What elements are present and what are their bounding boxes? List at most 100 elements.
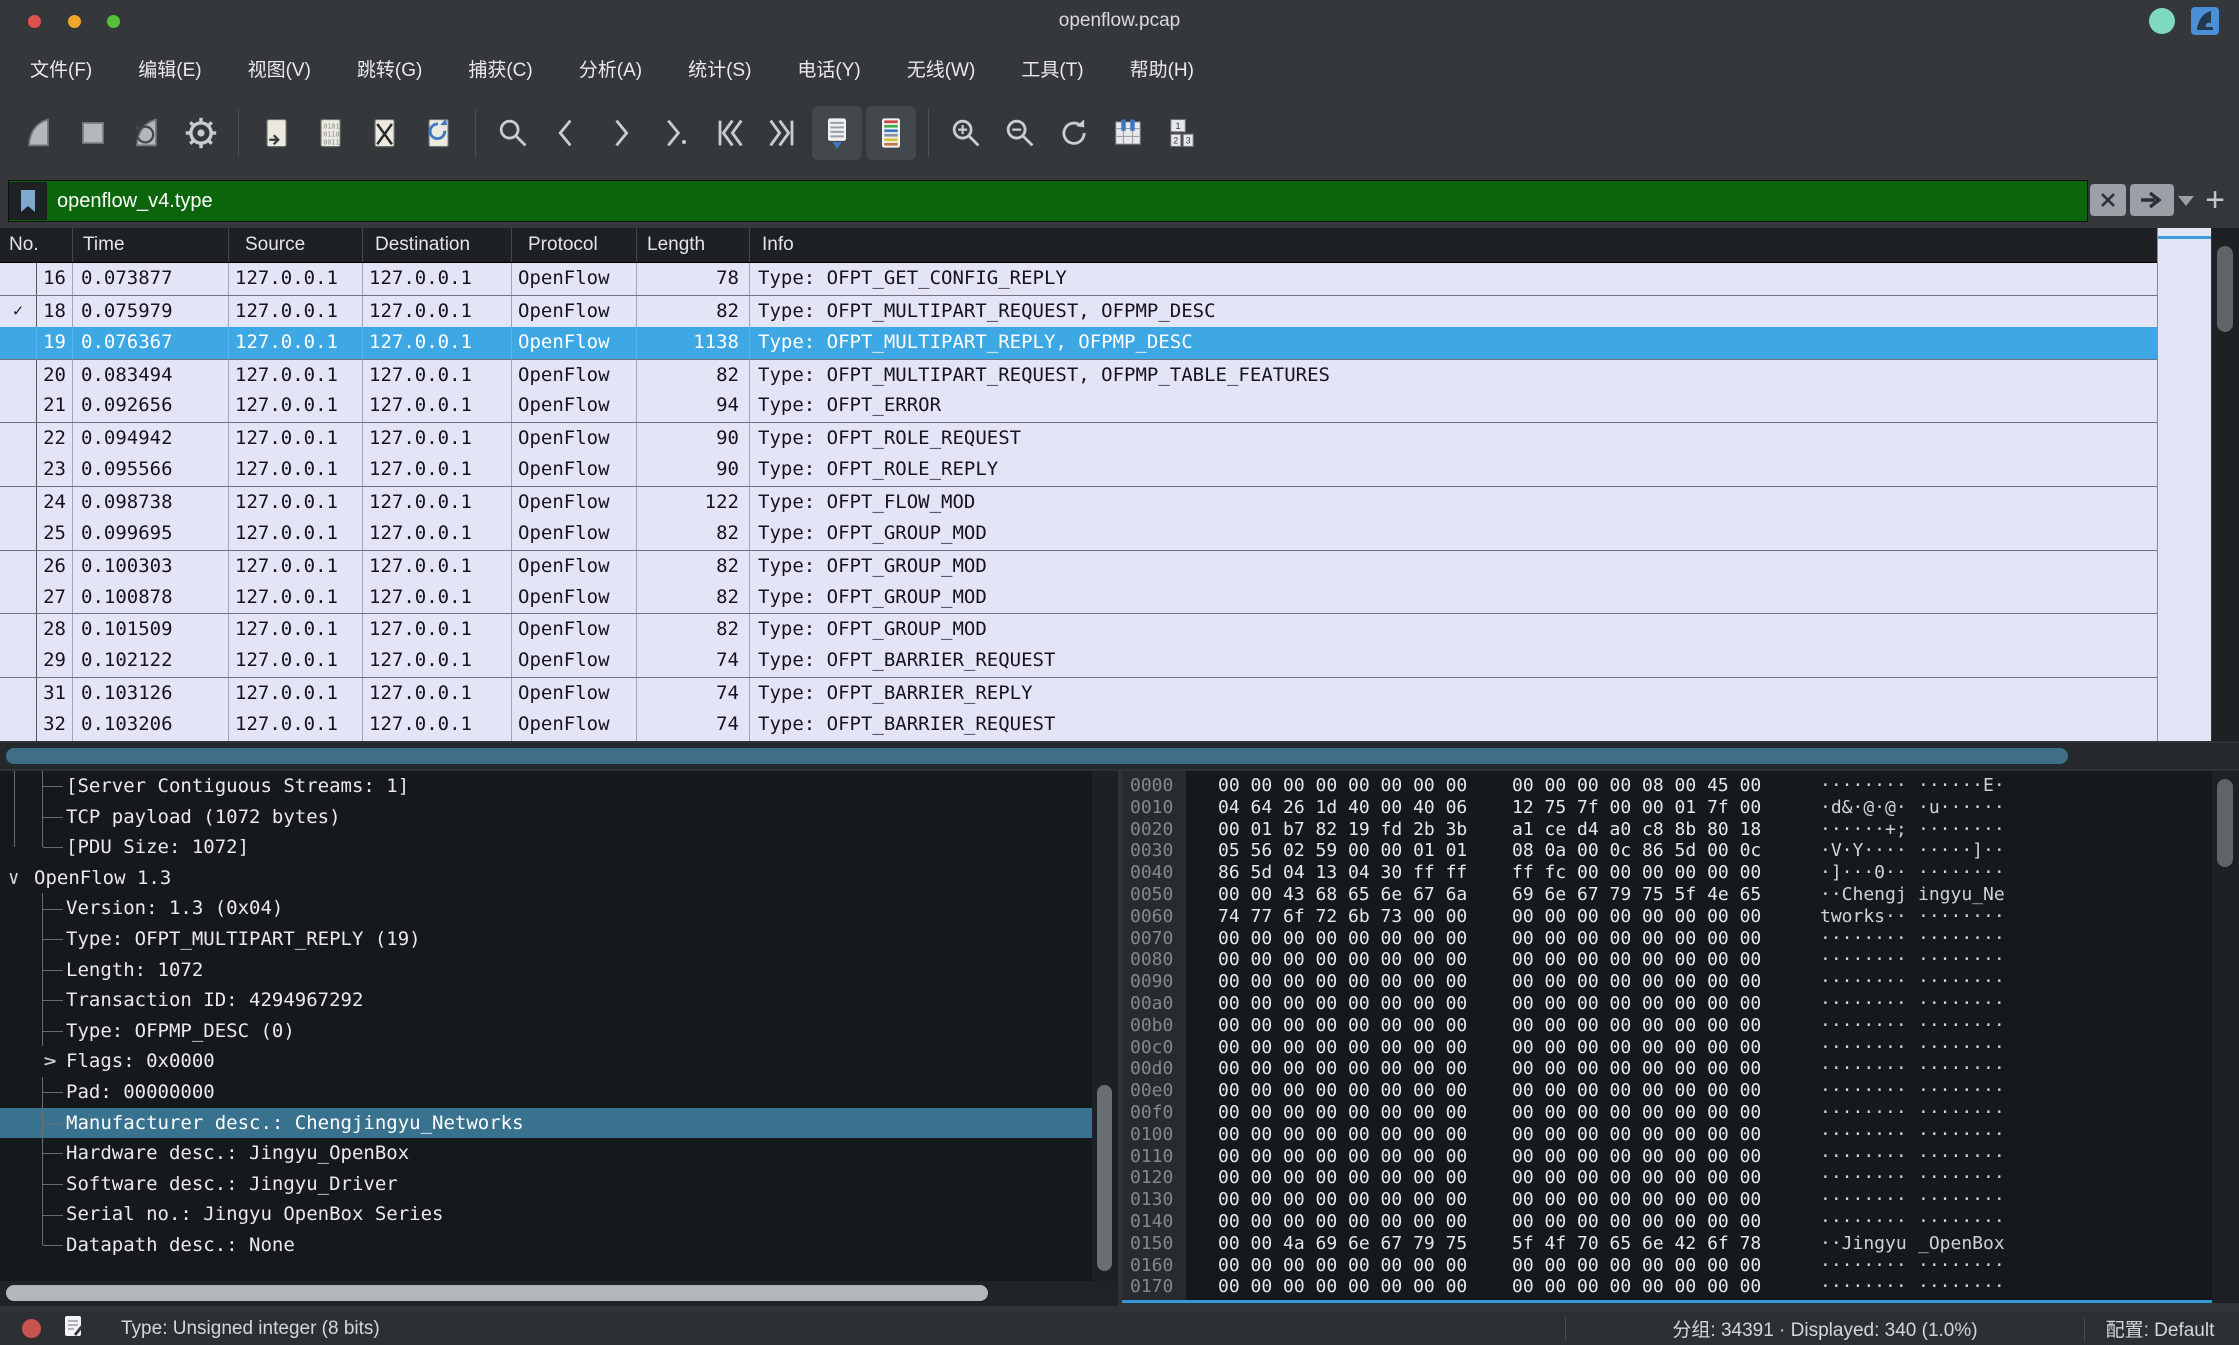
hex-row-00b0[interactable]: 00b000 00 00 00 00 00 00 0000 00 00 00 0… <box>1122 1015 2212 1037</box>
detail-item-6[interactable]: Length: 1072 <box>0 955 1092 986</box>
packet-list-horizontal-scrollbar[interactable] <box>0 743 2239 769</box>
zoom-reset-icon[interactable] <box>1049 106 1099 160</box>
packet-row-23[interactable]: 230.095566127.0.0.1127.0.0.1OpenFlow90Ty… <box>0 454 2157 486</box>
packet-row-18[interactable]: ✓180.075979127.0.0.1127.0.0.1OpenFlow82T… <box>0 295 2157 327</box>
packet-row-31[interactable]: 310.103126127.0.0.1127.0.0.1OpenFlow74Ty… <box>0 677 2157 709</box>
hex-row-0070[interactable]: 007000 00 00 00 00 00 00 0000 00 00 00 0… <box>1122 928 2212 950</box>
menu-item-6[interactable]: 统计(S) <box>674 49 765 88</box>
detail-item-11[interactable]: Manufacturer desc.: Chengjingyu_Networks <box>0 1108 1092 1139</box>
detail-item-3[interactable]: ∨OpenFlow 1.3 <box>0 863 1092 894</box>
detail-item-14[interactable]: Serial no.: Jingyu OpenBox Series <box>0 1199 1092 1230</box>
packet-row-16[interactable]: 160.073877127.0.0.1127.0.0.1OpenFlow78Ty… <box>0 263 2157 295</box>
menu-item-4[interactable]: 捕获(C) <box>454 49 546 88</box>
go-forward-icon[interactable] <box>596 106 646 160</box>
column-header-no[interactable]: No. <box>0 228 73 262</box>
hex-row-00c0[interactable]: 00c000 00 00 00 00 00 00 0000 00 00 00 0… <box>1122 1037 2212 1059</box>
details-vertical-scrollbar[interactable] <box>1092 771 1118 1281</box>
resize-columns-icon[interactable] <box>1103 106 1153 160</box>
hex-row-0150[interactable]: 015000 00 4a 69 6e 67 79 755f 4f 70 65 6… <box>1122 1233 2212 1255</box>
hex-row-0020[interactable]: 002000 01 b7 82 19 fd 2b 3ba1 ce d4 a0 c… <box>1122 819 2212 841</box>
expander-closed-icon[interactable]: ∨ <box>34 1056 65 1067</box>
hex-row-0130[interactable]: 013000 00 00 00 00 00 00 0000 00 00 00 0… <box>1122 1189 2212 1211</box>
hex-row-0120[interactable]: 012000 00 00 00 00 00 00 0000 00 00 00 0… <box>1122 1167 2212 1189</box>
packet-row-25[interactable]: 250.099695127.0.0.1127.0.0.1OpenFlow82Ty… <box>0 518 2157 550</box>
hex-row-0170[interactable]: 017000 00 00 00 00 00 00 0000 00 00 00 0… <box>1122 1276 2212 1298</box>
packet-row-21[interactable]: 210.092656127.0.0.1127.0.0.1OpenFlow94Ty… <box>0 390 2157 422</box>
hex-row-00a0[interactable]: 00a000 00 00 00 00 00 00 0000 00 00 00 0… <box>1122 993 2212 1015</box>
hex-row-0080[interactable]: 008000 00 00 00 00 00 00 0000 00 00 00 0… <box>1122 949 2212 971</box>
column-header-source[interactable]: Source <box>229 228 363 262</box>
detail-item-8[interactable]: Type: OFPMP_DESC (0) <box>0 1016 1092 1047</box>
capture-comment-icon[interactable] <box>63 1314 85 1344</box>
menu-item-10[interactable]: 帮助(H) <box>1116 49 1208 88</box>
detail-item-13[interactable]: Software desc.: Jingyu_Driver <box>0 1169 1092 1200</box>
column-header-time[interactable]: Time <box>73 228 229 262</box>
detail-item-4[interactable]: Version: 1.3 (0x04) <box>0 893 1092 924</box>
packet-row-28[interactable]: 280.101509127.0.0.1127.0.0.1OpenFlow82Ty… <box>0 613 2157 645</box>
hex-row-00d0[interactable]: 00d000 00 00 00 00 00 00 0000 00 00 00 0… <box>1122 1058 2212 1080</box>
hex-row-00f0[interactable]: 00f000 00 00 00 00 00 00 0000 00 00 00 0… <box>1122 1102 2212 1124</box>
stop-capture-icon[interactable] <box>68 106 118 160</box>
hex-row-00e0[interactable]: 00e000 00 00 00 00 00 00 0000 00 00 00 0… <box>1122 1080 2212 1102</box>
packet-row-29[interactable]: 290.102122127.0.0.1127.0.0.1OpenFlow74Ty… <box>0 645 2157 677</box>
hex-row-0050[interactable]: 005000 00 43 68 65 6e 67 6a69 6e 67 79 7… <box>1122 884 2212 906</box>
filter-apply-button[interactable] <box>2130 184 2174 216</box>
packet-list-vertical-scrollbar[interactable] <box>2212 228 2239 741</box>
hex-row-0060[interactable]: 006074 77 6f 72 6b 73 00 0000 00 00 00 0… <box>1122 906 2212 928</box>
hex-row-0030[interactable]: 003005 56 02 59 00 00 01 0108 0a 00 0c 8… <box>1122 840 2212 862</box>
menu-item-8[interactable]: 无线(W) <box>893 49 990 88</box>
menu-item-7[interactable]: 电话(Y) <box>783 49 874 88</box>
zoom-in-icon[interactable] <box>941 106 991 160</box>
auto-scroll-icon[interactable] <box>812 106 862 160</box>
hex-row-0040[interactable]: 004086 5d 04 13 04 30 ff ffff fc 00 00 0… <box>1122 862 2212 884</box>
details-hscrollbar-thumb[interactable] <box>6 1285 988 1301</box>
detail-item-7[interactable]: Transaction ID: 4294967292 <box>0 985 1092 1016</box>
packet-list-scrollbar-thumb[interactable] <box>2217 246 2233 332</box>
zoom-out-icon[interactable] <box>995 106 1045 160</box>
column-header-length[interactable]: Length <box>637 228 750 262</box>
menu-item-9[interactable]: 工具(T) <box>1007 49 1097 88</box>
open-file-icon[interactable] <box>251 106 301 160</box>
display-filter-input[interactable] <box>47 189 2087 214</box>
detail-item-0[interactable]: [Server Contiguous Streams: 1] <box>0 771 1092 802</box>
expert-info-icon[interactable] <box>22 1319 41 1338</box>
hex-row-0110[interactable]: 011000 00 00 00 00 00 00 0000 00 00 00 0… <box>1122 1146 2212 1168</box>
reload-file-icon[interactable] <box>413 106 463 160</box>
packet-row-22[interactable]: 220.094942127.0.0.1127.0.0.1OpenFlow90Ty… <box>0 422 2157 454</box>
restart-capture-icon[interactable] <box>122 106 172 160</box>
start-capture-icon[interactable] <box>14 106 64 160</box>
packet-row-32[interactable]: 320.103206127.0.0.1127.0.0.1OpenFlow74Ty… <box>0 709 2157 741</box>
detail-item-15[interactable]: Datapath desc.: None <box>0 1230 1092 1261</box>
packet-row-26[interactable]: 260.100303127.0.0.1127.0.0.1OpenFlow82Ty… <box>0 550 2157 582</box>
capture-options-icon[interactable] <box>176 106 226 160</box>
packet-row-20[interactable]: 200.083494127.0.0.1127.0.0.1OpenFlow82Ty… <box>0 359 2157 391</box>
filter-bookmark-icon[interactable] <box>9 182 47 220</box>
packet-row-27[interactable]: 270.100878127.0.0.1127.0.0.1OpenFlow82Ty… <box>0 582 2157 614</box>
detail-item-1[interactable]: TCP payload (1072 bytes) <box>0 802 1092 833</box>
details-scrollbar-thumb[interactable] <box>1097 1085 1112 1271</box>
menu-item-3[interactable]: 跳转(G) <box>343 49 436 88</box>
add-filter-button[interactable]: + <box>2198 180 2232 220</box>
hex-row-0010[interactable]: 001004 64 26 1d 40 00 40 0612 75 7f 00 0… <box>1122 797 2212 819</box>
find-packet-icon[interactable] <box>488 106 538 160</box>
hex-row-0160[interactable]: 016000 00 00 00 00 00 00 0000 00 00 00 0… <box>1122 1255 2212 1277</box>
menu-item-2[interactable]: 视图(V) <box>234 49 325 88</box>
status-profile[interactable]: 配置: Default <box>2085 1315 2235 1342</box>
hex-row-0090[interactable]: 009000 00 00 00 00 00 00 0000 00 00 00 0… <box>1122 971 2212 993</box>
display-filter-field[interactable] <box>8 180 2088 222</box>
wireshark-app-icon[interactable] <box>2191 7 2219 35</box>
save-file-icon[interactable]: 010101100011 <box>305 106 355 160</box>
detail-item-5[interactable]: Type: OFPT_MULTIPART_REPLY (19) <box>0 924 1092 955</box>
detail-item-12[interactable]: Hardware desc.: Jingyu_OpenBox <box>0 1138 1092 1169</box>
go-last-icon[interactable] <box>758 106 808 160</box>
close-file-icon[interactable] <box>359 106 409 160</box>
packet-list-minimap-scrollbar[interactable] <box>2157 228 2211 741</box>
detail-item-2[interactable]: [PDU Size: 1072] <box>0 832 1092 863</box>
column-header-protocol[interactable]: Protocol <box>512 228 637 262</box>
detail-item-10[interactable]: Pad: 00000000 <box>0 1077 1092 1108</box>
packet-row-24[interactable]: 240.098738127.0.0.1127.0.0.1OpenFlow122T… <box>0 486 2157 518</box>
packet-row-19[interactable]: 190.076367127.0.0.1127.0.0.1OpenFlow1138… <box>0 327 2157 359</box>
expander-open-icon[interactable]: ∨ <box>8 863 19 894</box>
detail-item-9[interactable]: ∨Flags: 0x0000 <box>0 1046 1092 1077</box>
display-columns-icon[interactable]: 123 <box>1157 106 1207 160</box>
